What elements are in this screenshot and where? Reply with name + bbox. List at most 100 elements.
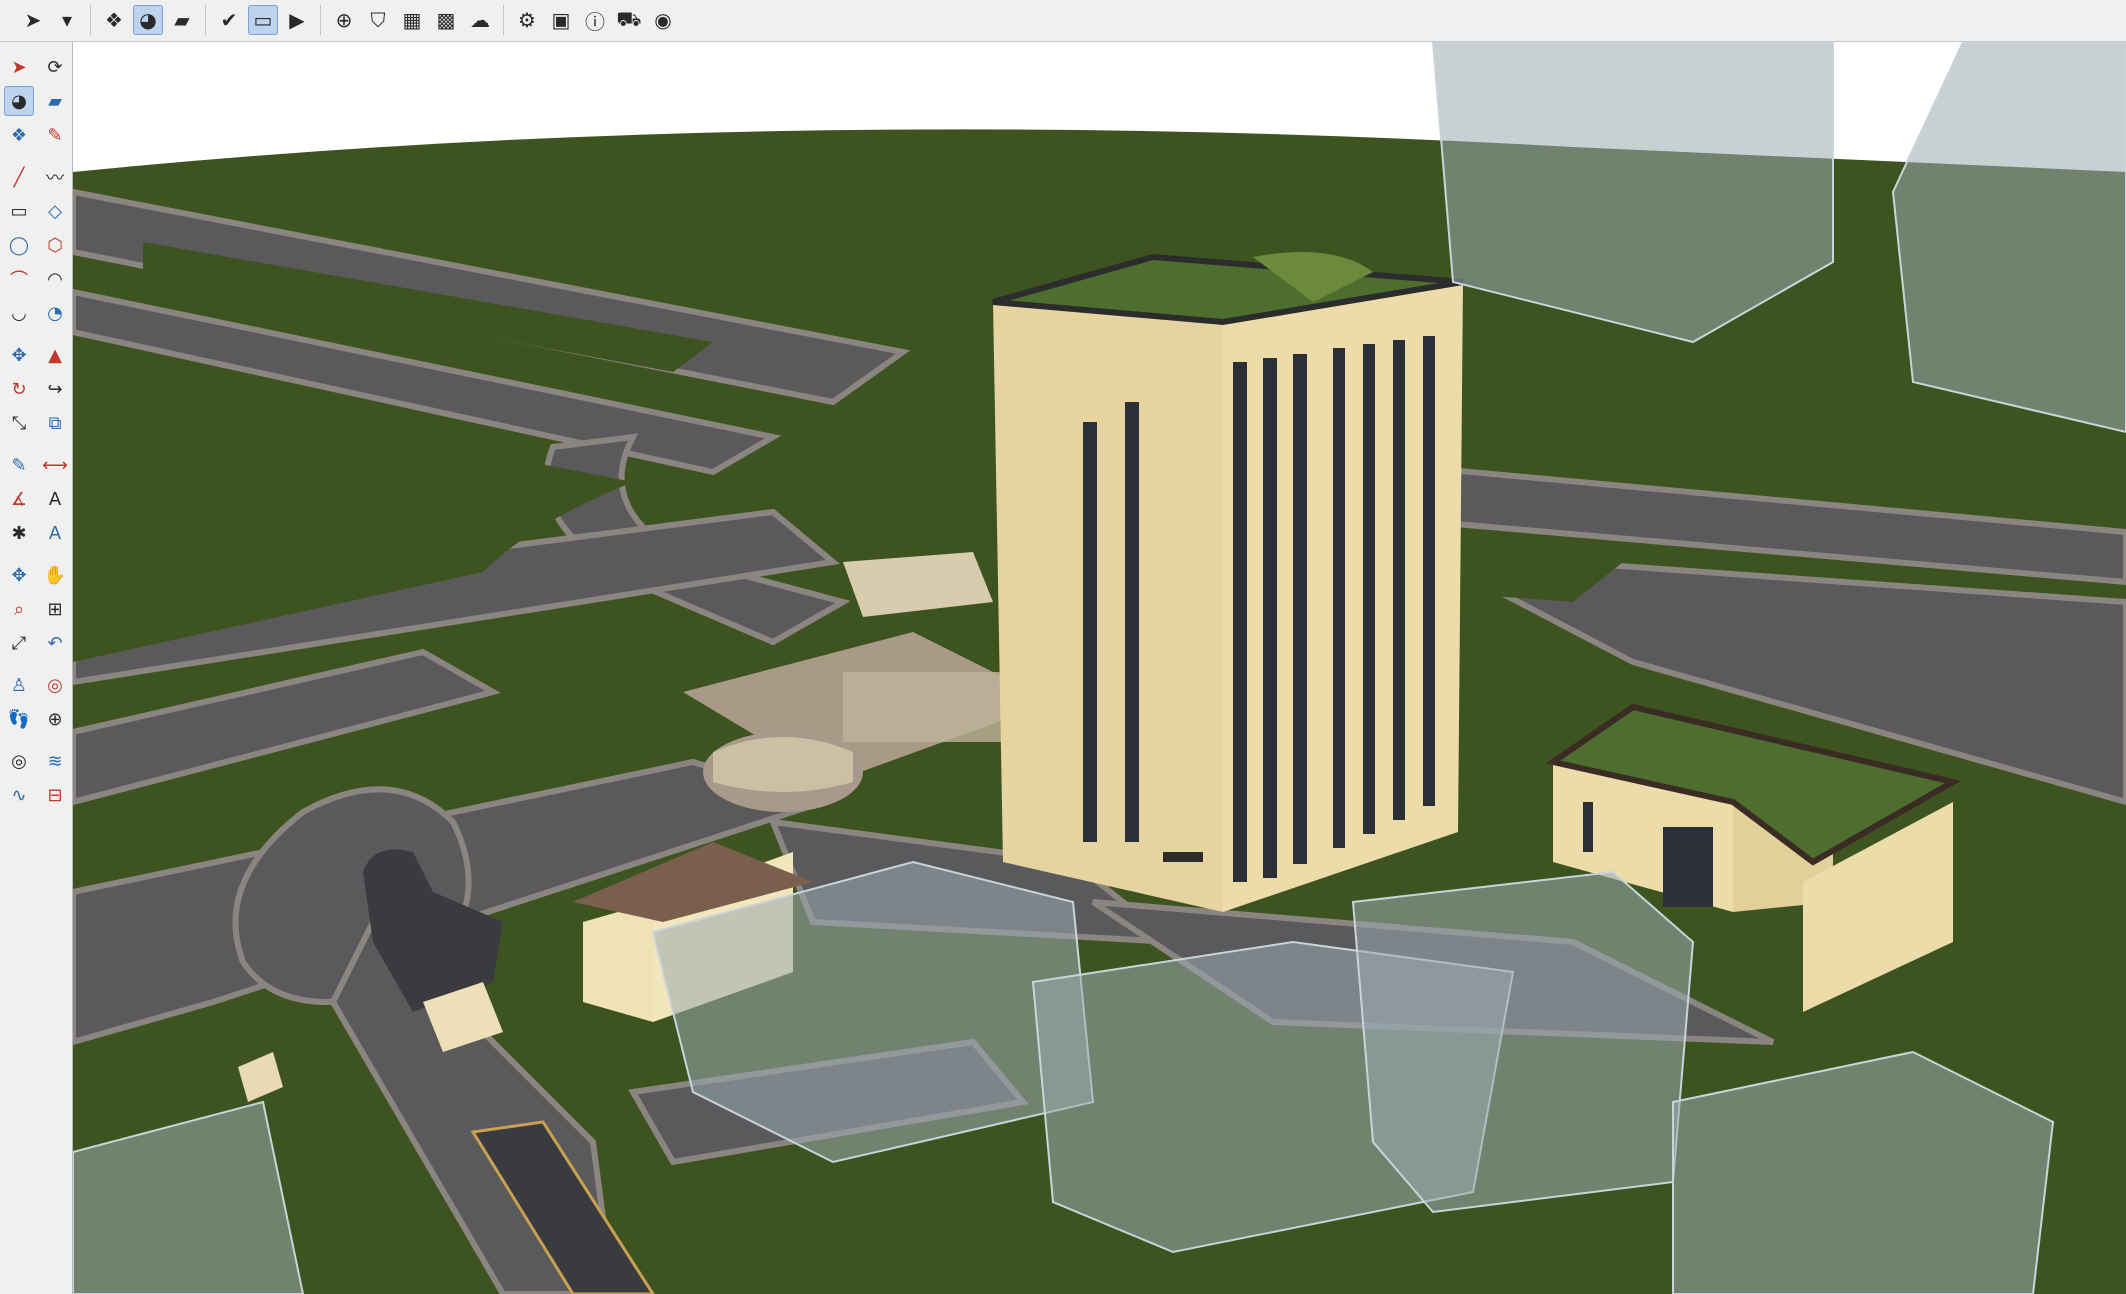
rotate-tool-button[interactable]: ↻ [4, 374, 34, 404]
offset-tool-icon: ⧉ [48, 412, 62, 434]
orbit-view-icon: ✥ [11, 564, 27, 586]
axes-tool-icon: ✱ [11, 522, 27, 544]
line-tool-button[interactable]: ╱ [4, 162, 34, 192]
circle-tool-button[interactable]: ◯ [4, 230, 34, 260]
cloud-upload-button[interactable]: ☁ [465, 5, 495, 35]
paint-bucket-tool-button[interactable]: ◕ [4, 86, 34, 116]
3d-viewport[interactable] [73, 42, 2126, 1294]
previous-view-icon: ↶ [47, 632, 63, 654]
palette-row: ⌒ ◠ [4, 264, 70, 294]
freehand-tool-button[interactable]: 〰 [40, 162, 70, 192]
checkerboard-button[interactable]: ▩ [431, 5, 461, 35]
zoom-window-button[interactable]: ⊞ [40, 594, 70, 624]
palette-row: ⌕ ⊞ [4, 594, 70, 624]
main-toolbar: ➤ ▾ ❖ ◕ ▰ ✔ ▭ ▶ ⊕ ⛉ ▦ ▩ ☁ ⚙ ▣ ⓘ ⛟ ◉ [0, 0, 2126, 42]
two-point-arc-button[interactable]: ◠ [40, 264, 70, 294]
components-button[interactable]: ❖ [99, 5, 129, 35]
palette-row: ✥ ✋ [4, 560, 70, 590]
push-pull-icon: ▲ [48, 344, 62, 366]
orbit-tool-button[interactable]: ⟳ [40, 52, 70, 82]
eraser-tool-button[interactable]: ▰ [40, 86, 70, 116]
make-component-button[interactable]: ❖ [4, 120, 34, 150]
pie-tool-button[interactable]: ◔ [40, 298, 70, 328]
palette-row: ⤡ ⧉ [4, 408, 70, 438]
section-plane-icon: ▭ [253, 8, 273, 32]
shield-download-button[interactable]: ⛉ [363, 5, 393, 35]
polygon-tool-button[interactable]: ⬡ [40, 230, 70, 260]
cart-icon: ⛟ [616, 6, 642, 31]
rotated-rectangle-button[interactable]: ◇ [40, 196, 70, 226]
palette-row: ◡ ◔ [4, 298, 70, 328]
add-location-button[interactable]: ⊕ [329, 5, 359, 35]
text-tool-icon: A [48, 488, 62, 510]
eraser-tool-icon: ▰ [48, 90, 62, 112]
zoom-tool-button[interactable]: ⌕ [4, 594, 34, 624]
palette-row: ╱ 〰 [4, 162, 70, 192]
rectangle-tool-button[interactable]: ▭ [4, 196, 34, 226]
smoove-tool-button[interactable]: ∿ [4, 780, 34, 810]
paint-bucket-button[interactable]: ◕ [133, 5, 163, 35]
tape-measure-tool-button[interactable]: ✎ [4, 450, 34, 480]
select-button[interactable]: ➤ [18, 5, 48, 35]
3d-text-icon: A [48, 522, 62, 544]
stamp-tool-icon: ⊟ [47, 784, 63, 806]
tape-measure-button[interactable]: ✎ [40, 120, 70, 150]
section-plane-tool-button[interactable]: ⊕ [40, 704, 70, 734]
freehand-tool-icon: 〰 [46, 168, 64, 189]
sandbox-from-contours-button[interactable]: ◎ [4, 746, 34, 776]
arc-tool-button[interactable]: ⌒ [4, 264, 34, 294]
move-tool-button[interactable]: ✥ [4, 340, 34, 370]
previous-view-button[interactable]: ↶ [40, 628, 70, 658]
scale-tool-button[interactable]: ⤡ [4, 408, 34, 438]
select-dropdown-button[interactable]: ▾ [52, 5, 82, 35]
cloud-upload-icon: ☁ [470, 8, 490, 32]
eraser-button[interactable]: ▰ [167, 5, 197, 35]
tag-check-button[interactable]: ✔ [214, 5, 244, 35]
offset-tool-button[interactable]: ⧉ [40, 408, 70, 438]
extension-settings-button[interactable]: ⚙ [512, 5, 542, 35]
select-tool-button[interactable]: ➤ [4, 52, 34, 82]
extension-settings-icon: ⚙ [518, 8, 536, 32]
display-icon: ▣ [551, 8, 571, 32]
palette-row: ◯ ⬡ [4, 230, 70, 260]
pan-view-button[interactable]: ✋ [40, 560, 70, 590]
look-around-button[interactable]: ◎ [40, 670, 70, 700]
palette-row: ♙ ◎ [4, 670, 70, 700]
select-tool-icon: ➤ [11, 56, 27, 78]
palette-row: ∡ A [4, 484, 70, 514]
3d-text-button[interactable]: A [40, 518, 70, 548]
zoom-extents-button[interactable]: ⤢ [4, 628, 34, 658]
walk-tool-button[interactable]: 👣 [4, 704, 34, 734]
position-camera-button[interactable]: ♙ [4, 670, 34, 700]
building-button[interactable]: ▦ [397, 5, 427, 35]
zoom-extents-icon: ⤢ [11, 632, 27, 654]
palette-row: ▭ ◇ [4, 196, 70, 226]
protractor-tool-button[interactable]: ∡ [4, 484, 34, 514]
orbit-view-button[interactable]: ✥ [4, 560, 34, 590]
axes-tool-button[interactable]: ✱ [4, 518, 34, 548]
toolbar-separator [205, 5, 206, 35]
zoom-tool-icon: ⌕ [13, 598, 25, 620]
select-dropdown-icon: ▾ [61, 8, 73, 32]
make-component-icon: ❖ [10, 124, 28, 146]
scene-camera-button[interactable]: ▶ [282, 5, 312, 35]
arc-tool-icon: ⌒ [10, 270, 28, 291]
text-tool-button[interactable]: A [40, 484, 70, 514]
section-plane-tool-icon: ⊕ [47, 708, 63, 730]
display-button[interactable]: ▣ [546, 5, 576, 35]
scene-camera-icon: ▶ [289, 8, 305, 32]
sandbox-from-scratch-icon: ≋ [47, 750, 63, 772]
follow-me-button[interactable]: ↪ [40, 374, 70, 404]
push-pull-button[interactable]: ▲ [40, 340, 70, 370]
palette-row: ⤢ ↶ [4, 628, 70, 658]
dimension-tool-button[interactable]: ⟷ [40, 450, 70, 480]
stamp-tool-button[interactable]: ⊟ [40, 780, 70, 810]
section-plane-button[interactable]: ▭ [248, 5, 278, 35]
cart-button[interactable]: ⛟ [614, 5, 644, 35]
sandbox-from-scratch-button[interactable]: ≋ [40, 746, 70, 776]
tape-measure-tool-icon: ✎ [11, 454, 27, 476]
info-button[interactable]: ⓘ [580, 5, 610, 35]
rotated-rectangle-icon: ◇ [48, 200, 62, 222]
user-account-button[interactable]: ◉ [648, 5, 678, 35]
three-point-arc-button[interactable]: ◡ [4, 298, 34, 328]
